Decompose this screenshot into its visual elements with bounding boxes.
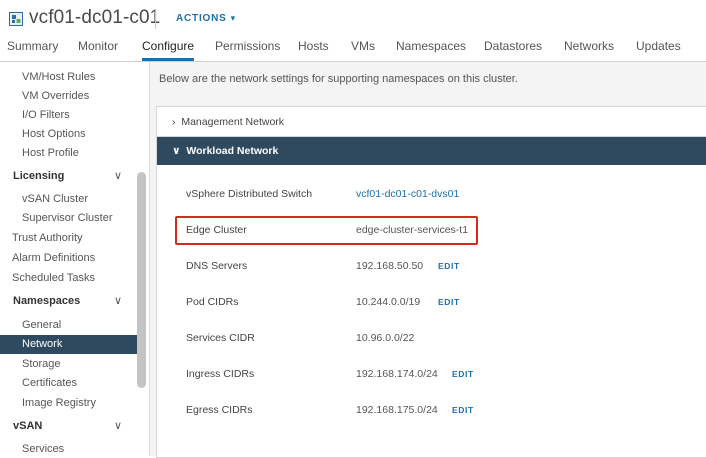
tab-namespaces[interactable]: Namespaces — [396, 39, 466, 60]
intro-text: Below are the network settings for suppo… — [159, 73, 518, 85]
sidebar-item-label: General — [22, 319, 62, 331]
tab-vms[interactable]: VMs — [351, 39, 375, 60]
sidebar-item-label: VM/Host Rules — [22, 71, 96, 83]
setting-value: 192.168.50.50 — [356, 260, 424, 272]
management-network-header[interactable]: › Management Network — [157, 107, 706, 137]
tab-updates[interactable]: Updates — [636, 39, 681, 60]
sidebar-item-image-registry[interactable]: Image Registry — [0, 394, 137, 413]
sidebar-group-label: vSAN — [13, 420, 43, 432]
sidebar-item-network[interactable]: Network — [0, 335, 137, 354]
chevron-down-icon: ∨ — [114, 170, 123, 182]
setting-value: 192.168.174.0/24 — [356, 368, 438, 380]
setting-key: Services CIDR — [186, 332, 255, 344]
tab-bar: Summary Monitor Configure Permissions Ho… — [0, 34, 706, 62]
sidebar-item-label: Scheduled Tasks — [12, 272, 95, 284]
tab-permissions[interactable]: Permissions — [215, 39, 280, 60]
setting-value: 10.244.0.0/19 — [356, 296, 421, 308]
sidebar-item-vm-host-rules[interactable]: VM/Host Rules — [0, 68, 137, 87]
setting-key: Ingress CIDRs — [186, 368, 255, 380]
setting-key: Pod CIDRs — [186, 296, 239, 308]
setting-key: Egress CIDRs — [186, 404, 253, 416]
sidebar-scrollbar[interactable] — [137, 172, 146, 388]
sidebar-item-general[interactable]: General — [0, 316, 137, 335]
tab-datastores[interactable]: Datastores — [484, 39, 542, 60]
edge-cluster-highlight-box — [175, 216, 478, 245]
sidebar-item-host-options[interactable]: Host Options — [0, 125, 137, 144]
tab-monitor[interactable]: Monitor — [78, 39, 118, 60]
tab-networks[interactable]: Networks — [564, 39, 614, 60]
sidebar-item-scheduled-tasks[interactable]: Scheduled Tasks — [0, 269, 137, 288]
sidebar-item-vsan-cluster[interactable]: vSAN Cluster — [0, 190, 137, 209]
network-settings-content: Below are the network settings for suppo… — [150, 62, 706, 458]
sidebar-item-certificates[interactable]: Certificates — [0, 374, 137, 393]
setting-row-ingress-cidrs: Ingress CIDRs 192.168.174.0/24 EDIT — [157, 363, 706, 387]
management-network-label: Management Network — [181, 116, 285, 128]
sidebar-item-label: Network — [22, 338, 63, 350]
sidebar-group-namespaces[interactable]: Namespaces ∨ — [0, 292, 137, 311]
sidebar-item-label: Image Registry — [22, 397, 96, 409]
workload-network-label: Workload Network — [186, 145, 279, 157]
network-settings-panel: › Management Network ∨ Workload Network … — [156, 106, 706, 458]
setting-row-vds: vSphere Distributed Switch vcf01-dc01-c0… — [157, 183, 706, 207]
actions-label: ACTIONS — [176, 13, 227, 24]
sidebar-item-alarm-definitions[interactable]: Alarm Definitions — [0, 249, 137, 268]
sidebar-group-vsan[interactable]: vSAN ∨ — [0, 417, 137, 436]
chevron-down-icon: ∨ — [114, 420, 123, 432]
chevron-right-icon: › — [172, 116, 176, 128]
sidebar-item-label: VM Overrides — [22, 90, 90, 102]
title-divider — [155, 9, 156, 29]
sidebar-item-label: Storage — [22, 358, 61, 370]
setting-row-services-cidr: Services CIDR 10.96.0.0/22 — [157, 327, 706, 351]
sidebar-item-host-profile[interactable]: Host Profile — [0, 144, 137, 163]
sidebar-item-io-filters[interactable]: I/O Filters — [0, 106, 137, 125]
setting-key: DNS Servers — [186, 260, 248, 272]
edit-egress-cidrs-button[interactable]: EDIT — [452, 405, 474, 415]
sidebar-item-label: Services — [22, 443, 65, 455]
sidebar-item-label: Host Options — [22, 128, 86, 140]
sidebar-item-label: Alarm Definitions — [12, 252, 96, 264]
sidebar-item-label: Host Profile — [22, 147, 79, 159]
sidebar-item-label: Supervisor Cluster — [22, 212, 113, 224]
sidebar-item-label: Certificates — [22, 377, 78, 389]
setting-row-dns-servers: DNS Servers 192.168.50.50 EDIT — [157, 255, 706, 279]
sidebar-item-label: Trust Authority — [12, 232, 83, 244]
tab-summary[interactable]: Summary — [7, 39, 58, 60]
vds-link[interactable]: vcf01-dc01-c01-dvs01 — [356, 188, 459, 200]
sidebar-item-storage[interactable]: Storage — [0, 355, 137, 374]
setting-value: 192.168.175.0/24 — [356, 404, 438, 416]
object-header: vcf01-dc01-c01 ACTIONS ▾ — [0, 0, 706, 34]
setting-row-pod-cidrs: Pod CIDRs 10.244.0.0/19 EDIT — [157, 291, 706, 315]
edit-pod-cidrs-button[interactable]: EDIT — [438, 297, 460, 307]
tab-hosts[interactable]: Hosts — [298, 39, 329, 60]
edit-dns-button[interactable]: EDIT — [438, 261, 460, 271]
sidebar-group-label: Namespaces — [13, 295, 81, 307]
sidebar-item-vm-overrides[interactable]: VM Overrides — [0, 87, 137, 106]
setting-row-egress-cidrs: Egress CIDRs 192.168.175.0/24 EDIT — [157, 399, 706, 423]
setting-value: 10.96.0.0/22 — [356, 332, 415, 344]
sidebar-item-label: I/O Filters — [22, 109, 70, 121]
sidebar-item-supervisor-cluster[interactable]: Supervisor Cluster — [0, 209, 137, 228]
chevron-down-icon: ▾ — [230, 13, 236, 23]
edit-ingress-cidrs-button[interactable]: EDIT — [452, 369, 474, 379]
page-title: vcf01-dc01-c01 — [29, 7, 161, 28]
sidebar-group-label: Licensing — [13, 170, 65, 182]
cluster-icon — [9, 12, 23, 26]
actions-menu-button[interactable]: ACTIONS ▾ — [176, 13, 236, 24]
sidebar-group-licensing[interactable]: Licensing ∨ — [0, 167, 137, 186]
chevron-down-icon: ∨ — [114, 295, 123, 307]
tab-configure[interactable]: Configure — [142, 39, 195, 61]
sidebar-item-services[interactable]: Services — [0, 440, 137, 456]
chevron-down-icon: ∨ — [172, 145, 181, 157]
sidebar-item-label: vSAN Cluster — [22, 193, 89, 205]
setting-key: vSphere Distributed Switch — [186, 188, 313, 200]
sidebar-item-trust-authority[interactable]: Trust Authority — [0, 229, 137, 248]
configure-sidebar: VM/Host Rules VM Overrides I/O Filters H… — [0, 62, 150, 456]
workload-network-header[interactable]: ∨ Workload Network — [157, 137, 706, 165]
